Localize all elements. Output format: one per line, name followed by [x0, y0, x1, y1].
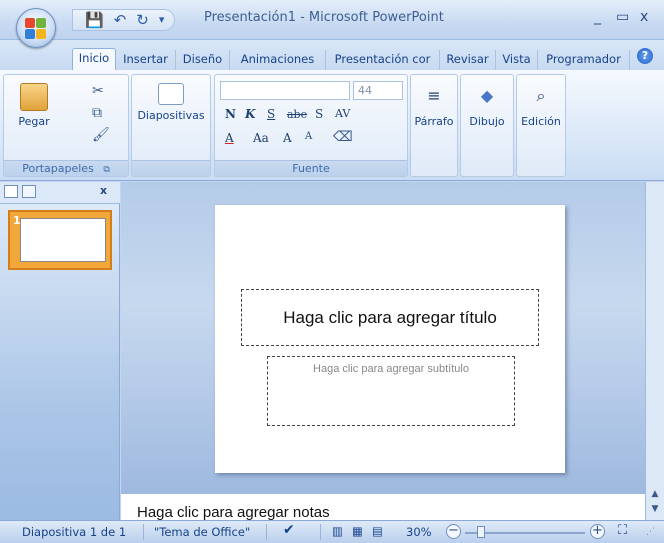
- help-icon[interactable]: ?: [637, 48, 653, 64]
- normal-view-icon[interactable]: ▥: [332, 524, 343, 538]
- slides-button[interactable]: Diapositivas: [136, 83, 206, 122]
- slide-thumbnail[interactable]: 1: [8, 210, 112, 270]
- tab-diseno[interactable]: Diseño: [176, 50, 230, 70]
- tab-programador[interactable]: Programador: [538, 50, 630, 70]
- quick-access-toolbar: 💾 ↶ ↻ ▾: [72, 9, 176, 31]
- paragraph-button[interactable]: ≡ Párrafo: [413, 83, 455, 128]
- binoculars-icon: ⌕: [536, 86, 546, 105]
- slides-icon: [158, 83, 184, 105]
- panel-tabs: x: [0, 182, 120, 204]
- grow-font-button[interactable]: A: [283, 131, 292, 145]
- thumbnail-preview: [20, 218, 106, 262]
- drawing-label: Dibujo: [469, 115, 505, 128]
- close-panel-icon[interactable]: x: [100, 184, 107, 197]
- shrink-font-button[interactable]: A: [305, 131, 312, 142]
- ribbon-tabs: Inicio Insertar Diseño Animaciones Prese…: [0, 40, 664, 70]
- paste-icon: [20, 83, 48, 111]
- cut-icon[interactable]: ✂: [92, 83, 104, 99]
- customize-qat-icon[interactable]: ▾: [159, 10, 165, 30]
- office-logo-icon: [25, 18, 47, 40]
- tab-vista[interactable]: Vista: [496, 50, 538, 70]
- copy-icon[interactable]: ⧉: [92, 105, 102, 121]
- minimize-button[interactable]: _: [594, 9, 601, 25]
- zoom-slider-thumb[interactable]: [477, 526, 485, 538]
- character-spacing-button[interactable]: AV: [335, 107, 350, 120]
- fit-to-window-icon[interactable]: ⛶: [618, 523, 627, 538]
- scroll-down-icon[interactable]: ▼: [648, 504, 662, 518]
- group-clipboard: Pegar ✂ ⧉ 🖌 Portapapeles ⧉: [3, 74, 129, 177]
- font-name-combo[interactable]: [220, 81, 350, 100]
- paragraph-icon: ≡: [427, 86, 441, 105]
- shapes-icon: ◆: [480, 86, 494, 105]
- paragraph-label: Párrafo: [414, 115, 454, 128]
- font-group-label: Fuente: [215, 160, 407, 176]
- shadow-button[interactable]: S: [315, 107, 323, 121]
- underline-button[interactable]: S: [267, 107, 275, 121]
- bold-button[interactable]: N: [225, 107, 236, 121]
- tab-inicio[interactable]: Inicio: [72, 48, 116, 70]
- save-icon[interactable]: 💾: [85, 10, 104, 30]
- outline-tab-icon[interactable]: [22, 185, 36, 198]
- spell-check-icon[interactable]: ✔: [283, 522, 295, 538]
- paste-button[interactable]: Pegar: [10, 83, 58, 128]
- undo-icon[interactable]: ↶: [114, 10, 127, 30]
- paste-label: Pegar: [18, 115, 50, 128]
- clipboard-group-label: Portapapeles ⧉: [4, 160, 128, 176]
- group-font: 44 N K S abe S AV A Aa A A ⌫ Fuente: [214, 74, 408, 177]
- slide[interactable]: Haga clic para agregar título Haga clic …: [215, 205, 565, 473]
- vertical-scrollbar[interactable]: ▼ ▲: [645, 182, 664, 520]
- font-size-value: 44: [358, 84, 372, 97]
- change-case-button[interactable]: Aa: [253, 131, 269, 145]
- group-drawing: ◆ Dibujo: [460, 74, 514, 177]
- title-placeholder[interactable]: Haga clic para agregar título: [241, 289, 539, 346]
- zoom-in-button[interactable]: +: [590, 524, 605, 539]
- redo-icon[interactable]: ↻: [136, 10, 149, 30]
- close-button[interactable]: x: [640, 9, 648, 25]
- tab-revisar[interactable]: Revisar: [440, 50, 496, 70]
- slides-group-label: [132, 160, 210, 176]
- group-editing: ⌕ Edición: [516, 74, 566, 177]
- editing-label: Edición: [521, 115, 561, 128]
- office-button[interactable]: [16, 8, 56, 48]
- ribbon: Pegar ✂ ⧉ 🖌 Portapapeles ⧉ Diapositivas …: [0, 70, 664, 181]
- slide-counter: Diapositiva 1 de 1: [22, 525, 127, 539]
- maximize-button[interactable]: ▭: [616, 9, 629, 25]
- group-slides: Diapositivas: [131, 74, 211, 177]
- strikethrough-button[interactable]: abe: [287, 108, 307, 121]
- format-painter-icon[interactable]: 🖌: [92, 127, 110, 143]
- notes-pane[interactable]: Haga clic para agregar notas: [121, 492, 645, 522]
- dialog-launcher-icon[interactable]: ⧉: [103, 165, 109, 175]
- group-paragraph: ≡ Párrafo: [410, 74, 458, 177]
- editing-button[interactable]: ⌕ Edición: [519, 83, 563, 128]
- slide-canvas-area: Haga clic para agregar título Haga clic …: [121, 182, 645, 492]
- tab-animaciones[interactable]: Animaciones: [230, 50, 326, 70]
- zoom-level[interactable]: 30%: [406, 525, 432, 539]
- italic-button[interactable]: K: [245, 107, 255, 121]
- zoom-out-button[interactable]: −: [446, 524, 461, 539]
- slideshow-icon[interactable]: ▤: [372, 524, 383, 538]
- status-bar: Diapositiva 1 de 1 "Tema de Office" ✔ ▥ …: [0, 520, 664, 543]
- window-title: Presentación1 - Microsoft PowerPoint: [204, 10, 444, 25]
- slides-tab-icon[interactable]: [4, 185, 18, 198]
- font-color-button[interactable]: A: [225, 131, 234, 145]
- slides-label: Diapositivas: [137, 109, 205, 122]
- title-bar: 💾 ↶ ↻ ▾ Presentación1 - Microsoft PowerP…: [0, 0, 664, 48]
- resize-grip-icon[interactable]: ⋰: [646, 527, 655, 537]
- tab-insertar[interactable]: Insertar: [116, 50, 176, 70]
- slides-panel: x 1: [0, 182, 120, 520]
- scroll-up-icon[interactable]: ▲: [648, 489, 662, 503]
- tab-presentacion[interactable]: Presentación cor: [326, 50, 440, 70]
- slide-sorter-icon[interactable]: ▦: [352, 524, 363, 538]
- notes-placeholder: Haga clic para agregar notas: [137, 504, 330, 521]
- drawing-button[interactable]: ◆ Dibujo: [464, 83, 510, 128]
- font-size-combo[interactable]: 44: [353, 81, 403, 100]
- subtitle-placeholder[interactable]: Haga clic para agregar subtítulo: [267, 356, 515, 426]
- clear-formatting-icon[interactable]: ⌫: [333, 129, 353, 145]
- theme-name[interactable]: "Tema de Office": [154, 525, 250, 539]
